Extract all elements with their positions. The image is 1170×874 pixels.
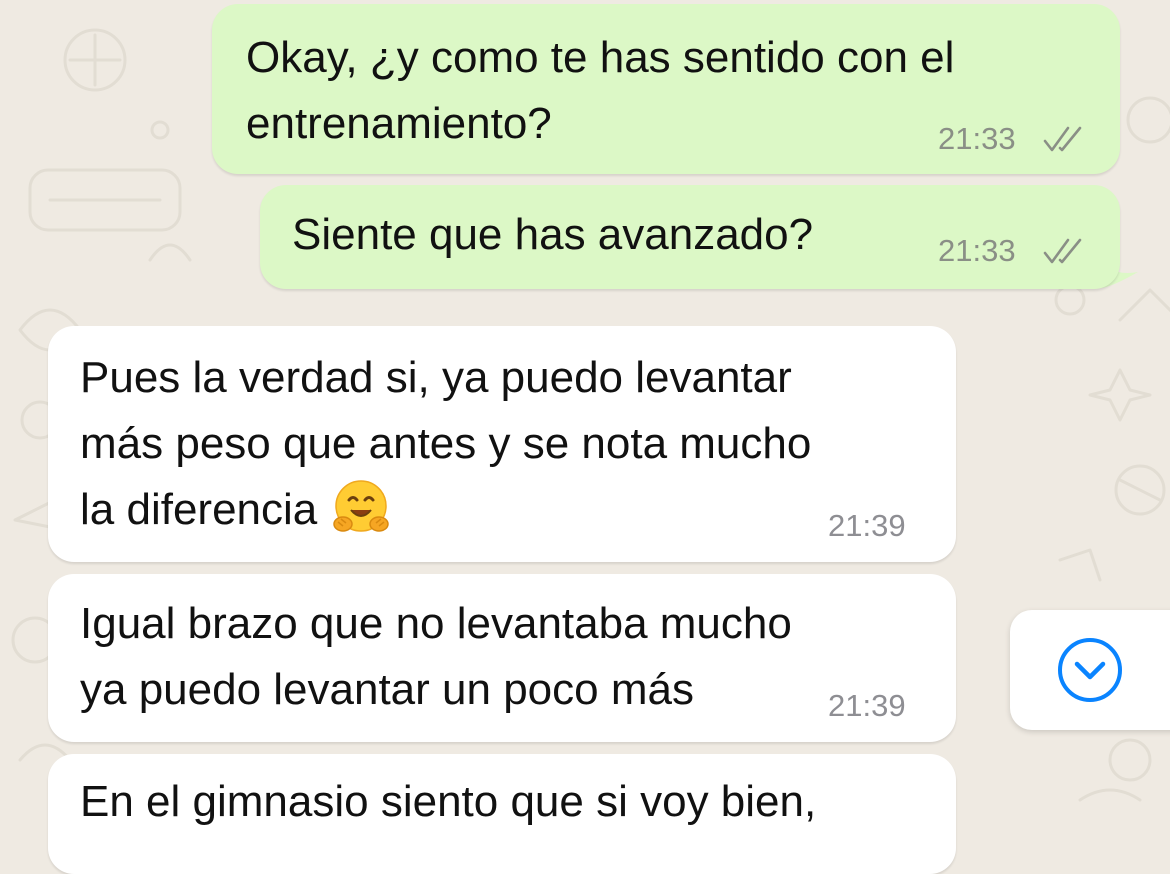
message-text: Okay, ¿y como te has sentido con el (246, 33, 955, 82)
message-text: la diferencia (80, 485, 318, 534)
message-text: Igual brazo que no levantaba mucho (80, 599, 792, 648)
message-timestamp: 21:39 (828, 508, 906, 543)
scroll-to-bottom-button[interactable] (1010, 610, 1170, 730)
hugging-face-emoji-icon (333, 480, 390, 532)
message-bubble-outgoing[interactable]: Siente que has avanzado? 21:33 (260, 185, 1120, 289)
message-timestamp: 21:33 (938, 233, 1016, 268)
message-bubble-outgoing[interactable]: Okay, ¿y como te has sentido con el entr… (212, 4, 1120, 174)
message-bubble-incoming[interactable]: Pues la verdad si, ya puedo levantar más… (48, 326, 956, 562)
message-text: Pues la verdad si, ya puedo levantar (80, 353, 792, 402)
read-receipt-icon (1043, 126, 1082, 152)
message-text: entrenamiento? (246, 99, 552, 148)
message-bubble-incoming[interactable]: En el gimnasio siento que si voy bien, (48, 754, 956, 874)
message-timestamp: 21:33 (938, 121, 1016, 156)
message-text: Siente que has avanzado? (292, 210, 814, 259)
chevron-down-circle-icon (1058, 638, 1122, 702)
message-text-line: la diferencia (80, 478, 391, 542)
message-text: En el gimnasio siento que si voy bien, (80, 777, 817, 826)
message-bubble-incoming[interactable]: Igual brazo que no levantaba mucho ya pu… (48, 574, 956, 742)
message-text: ya puedo levantar un poco más (80, 665, 694, 714)
message-timestamp: 21:39 (828, 688, 906, 723)
message-text: más peso que antes y se nota mucho (80, 419, 812, 468)
read-receipt-icon (1043, 238, 1082, 264)
